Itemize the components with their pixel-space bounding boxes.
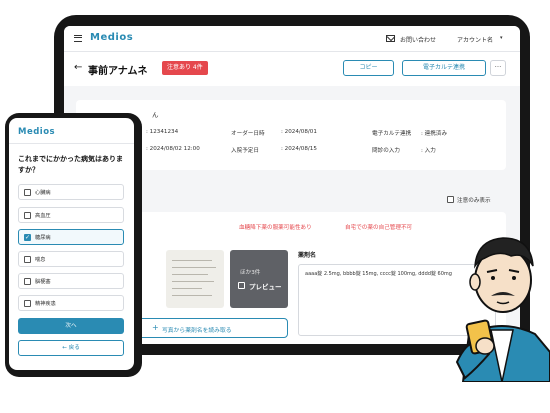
info-label: 電子カルテ連携: [372, 131, 412, 137]
title-bar: ← 事前アナムネ 注意あり 4件 コピー 電子カルテ連携 ···: [64, 52, 520, 86]
info-value: : 12341234: [146, 129, 179, 135]
info-value: : 連携済み: [421, 131, 448, 137]
preview-icon: [238, 282, 245, 289]
option-heart-disease[interactable]: 心臓病: [18, 184, 124, 200]
app-logo: Medios: [90, 32, 134, 43]
app-header: Medios お問い合わせ アカウント名 ▾: [64, 26, 520, 52]
copy-button[interactable]: コピー: [343, 60, 394, 76]
page-title: 事前アナムネ: [88, 66, 148, 77]
option-label: 心臓病: [35, 190, 51, 196]
medicine-photo[interactable]: [166, 250, 224, 308]
preview-thumbnail[interactable]: ほか3件 プレビュー: [230, 250, 288, 308]
checkbox[interactable]: [24, 212, 31, 219]
option-asthma[interactable]: 喘息: [18, 251, 124, 267]
info-value: : 2024/08/15: [281, 146, 317, 152]
option-stroke[interactable]: 脳梗塞: [18, 273, 124, 289]
info-value: : 入力: [421, 148, 436, 154]
checkbox[interactable]: [24, 256, 31, 263]
warning-text: 血糖降下薬の服薬可能性あり: [239, 225, 312, 231]
phone-logo: Medios: [18, 127, 56, 137]
next-button[interactable]: 次へ: [18, 318, 124, 334]
ehr-link-button[interactable]: 電子カルテ連携: [402, 60, 486, 76]
divider: [9, 143, 134, 144]
copy-button-label: コピー: [359, 64, 378, 71]
phone-screen: Medios これまでにかかった病気はありますか？ 心臓病 高血圧 ✓ 糖尿病 …: [9, 118, 134, 370]
hamburger-icon[interactable]: [74, 35, 82, 42]
read-from-photo-label: 写真から薬剤名を読み取る: [162, 328, 232, 334]
option-label: 糖尿病: [35, 235, 51, 241]
patient-name: ん: [152, 111, 159, 119]
inquiry-link[interactable]: お問い合わせ: [400, 35, 436, 44]
back-button[interactable]: ← 戻る: [18, 340, 124, 356]
option-label: 精神疾患: [35, 301, 56, 307]
option-diabetes[interactable]: ✓ 糖尿病: [18, 229, 124, 245]
more-button[interactable]: ···: [490, 60, 506, 76]
drug-name-label: 薬剤名: [298, 252, 317, 259]
checkbox-checked[interactable]: ✓: [24, 234, 31, 241]
only-attention-label: 注意のみ表示: [457, 198, 491, 204]
checkbox[interactable]: [24, 300, 31, 307]
attention-badge: 注意あり 4件: [162, 61, 208, 75]
option-label: 喘息: [35, 257, 46, 263]
mail-icon[interactable]: [386, 35, 395, 42]
preview-label: プレビュー: [249, 283, 282, 291]
back-arrow-icon[interactable]: ←: [74, 62, 82, 73]
warning-text: 自宅での薬の自己管理不可: [345, 225, 413, 231]
question-text: これまでにかかった病気はありますか？: [18, 155, 123, 174]
only-attention-checkbox[interactable]: [447, 196, 454, 203]
option-label: 脳梗塞: [35, 279, 51, 285]
checkbox[interactable]: [24, 278, 31, 285]
option-hypertension[interactable]: 高血圧: [18, 207, 124, 223]
option-label: 高血圧: [35, 213, 51, 219]
chevron-down-icon[interactable]: ▾: [500, 35, 503, 41]
plus-icon: +: [152, 323, 159, 332]
info-label: オーダー日時: [231, 131, 265, 137]
drug-name-value: aaaa錠 2.5mg, bbbb錠 15mg, cccc錠 100mg, dd…: [305, 271, 452, 277]
account-menu[interactable]: アカウント名: [457, 35, 493, 44]
info-value: : 2024/08/01: [281, 129, 317, 135]
info-label: 問診の入力: [372, 148, 400, 154]
info-value: : 2024/08/02 12:00: [146, 146, 200, 152]
info-label: 入院予定日: [231, 148, 259, 154]
ehr-link-label: 電子カルテ連携: [422, 64, 465, 71]
more-photos-count: ほか3件: [240, 270, 261, 276]
option-mental-illness[interactable]: 精神疾患: [18, 295, 124, 311]
doctor-illustration: [455, 237, 550, 382]
checkbox[interactable]: [24, 189, 31, 196]
